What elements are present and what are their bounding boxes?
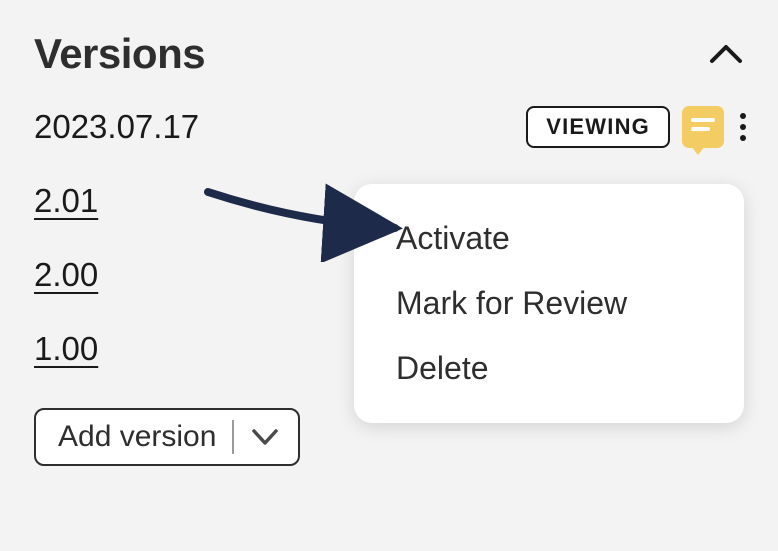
version-link[interactable]: 1.00 [34,330,98,368]
version-link[interactable]: 2.01 [34,182,98,220]
current-version-label: 2023.07.17 [34,108,199,146]
kebab-dot-icon [740,113,746,119]
add-version-button[interactable]: Add version [34,408,300,466]
comment-icon[interactable] [682,106,724,148]
versions-title: Versions [34,30,205,78]
version-actions-menu-button[interactable] [736,107,750,147]
menu-item-mark-for-review[interactable]: Mark for Review [354,271,744,336]
add-version-label: Add version [58,420,216,454]
version-context-menu: Activate Mark for Review Delete [354,184,744,423]
menu-item-delete[interactable]: Delete [354,336,744,401]
divider [232,420,234,454]
kebab-dot-icon [740,124,746,130]
viewing-badge: VIEWING [526,106,670,148]
comment-lines-icon [691,118,715,136]
collapse-toggle[interactable] [702,37,750,71]
chevron-up-icon [708,43,744,65]
menu-item-activate[interactable]: Activate [354,206,744,271]
version-link[interactable]: 2.00 [34,256,98,294]
kebab-dot-icon [740,135,746,141]
chevron-down-icon [250,427,280,447]
